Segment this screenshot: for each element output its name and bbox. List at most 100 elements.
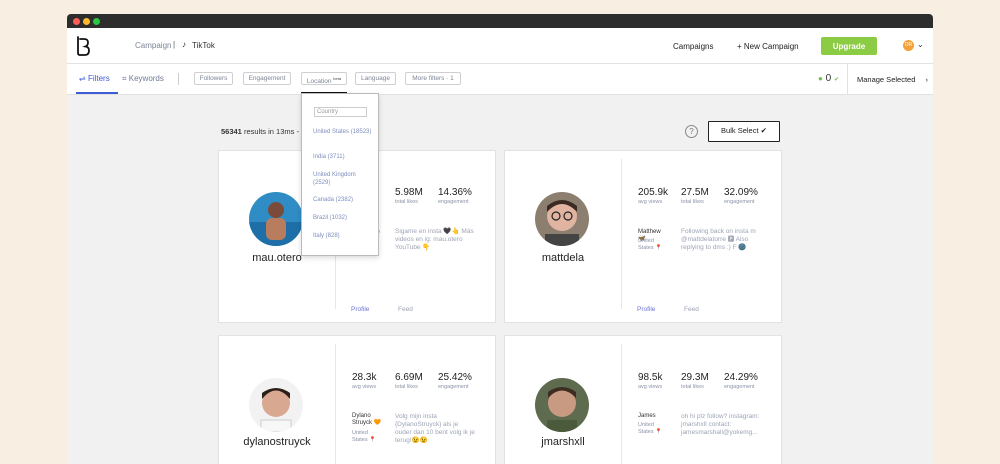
stat-value: 14.36% xyxy=(438,187,472,198)
beta-badge: beta xyxy=(333,76,342,81)
creator-bio: Volg mijn insta {DylanoStruyck} als je o… xyxy=(395,413,475,444)
stat-value: 29.3M xyxy=(681,372,709,383)
tab-filters-label: Filters xyxy=(87,74,110,83)
creator-bio: Sigame en insta 🖤👆 Más videos en ig: mau… xyxy=(395,228,474,251)
creator-card[interactable]: jmarshxll 98.5k avg views 29.3M total li… xyxy=(504,335,782,464)
stat-label: total likes xyxy=(395,384,418,390)
divider xyxy=(847,64,848,95)
followers-filter-chip[interactable]: Followers xyxy=(194,72,233,85)
more-filters-chip[interactable]: More filters · 1 xyxy=(405,72,461,85)
stat-value: 205.9k xyxy=(638,187,669,198)
stat-value: 32.09% xyxy=(724,187,758,198)
creator-name: James xyxy=(638,413,656,419)
stat-label: avg views xyxy=(638,199,663,205)
filter-bar: ⇌ Filters ⌗ Keywords Followers Engagemen… xyxy=(67,64,933,95)
results-text: results in 13ms - F xyxy=(241,127,306,136)
new-campaign-link[interactable]: + New Campaign xyxy=(737,42,799,51)
engagement-filter-chip[interactable]: Engagement xyxy=(243,72,291,85)
close-window-icon[interactable] xyxy=(73,18,80,25)
stat-label: total likes xyxy=(681,384,704,390)
user-avatar[interactable]: DR xyxy=(903,40,914,51)
stat-label: engagement xyxy=(438,199,469,205)
creator-bio: Following back on insta m @mattdelatorre… xyxy=(681,228,756,251)
stat-value: 28.3k xyxy=(352,372,377,383)
tab-keywords-label: Keywords xyxy=(128,74,164,83)
stat-value: 98.5k xyxy=(638,372,663,383)
feed-link[interactable]: Feed xyxy=(398,306,413,313)
active-tab-indicator xyxy=(76,92,118,94)
country-option[interactable]: Brazil (1032) xyxy=(313,214,373,222)
results-count: 56341 xyxy=(221,127,242,136)
selected-count-value: 0 xyxy=(825,73,832,84)
stat-value: 5.98M xyxy=(395,187,423,198)
language-filter-chip[interactable]: Language xyxy=(355,72,396,85)
stat-value: 6.69M xyxy=(395,372,423,383)
location-chip-label: Location xyxy=(306,78,332,86)
profile-link[interactable]: Profile xyxy=(351,306,369,313)
browser-window: Campaign | ♪ TikTok Campaigns + New Camp… xyxy=(67,14,933,464)
tiktok-icon: ♪ xyxy=(182,40,186,49)
country-option[interactable]: United Kingdom (2529) xyxy=(313,171,373,187)
person-icon: ● xyxy=(818,74,823,83)
creator-location: United States 📍 xyxy=(638,238,662,251)
nav-campaigns-link[interactable]: Campaigns xyxy=(673,42,713,51)
creator-card[interactable]: mattdela 205.9k avg views 27.5M total li… xyxy=(504,150,782,323)
stat-label: avg views xyxy=(352,384,377,390)
country-option[interactable]: United States (18523) xyxy=(313,128,373,136)
bulk-select-button[interactable]: Bulk Select ✔ xyxy=(708,121,780,142)
maximize-window-icon[interactable] xyxy=(93,18,100,25)
country-option[interactable]: Italy (828) xyxy=(313,232,373,240)
stat-value: 25.42% xyxy=(438,372,472,383)
manage-selected-button[interactable]: Manage Selected › xyxy=(857,75,928,84)
location-dropdown: Country United States (18523) India (371… xyxy=(301,93,379,256)
creator-bio: oh hi plz follow? instagram: jmarshxll c… xyxy=(681,413,760,436)
country-option[interactable]: Canada (2382) xyxy=(313,196,373,204)
upgrade-button[interactable]: Upgrade xyxy=(821,37,877,55)
stat-label: avg views xyxy=(638,384,663,390)
manage-selected-label: Manage Selected xyxy=(857,75,916,84)
stat-value: 24.29% xyxy=(724,372,758,383)
help-icon[interactable]: ? xyxy=(685,125,698,138)
avatar xyxy=(535,378,589,432)
creator-location: United States 📍 xyxy=(352,430,376,443)
avatar xyxy=(249,378,303,432)
creator-location: United States 📍 xyxy=(638,422,662,435)
brand-logo-icon[interactable] xyxy=(75,36,91,56)
card-divider xyxy=(621,344,622,464)
stat-label: total likes xyxy=(395,199,418,205)
creator-handle[interactable]: mattdela xyxy=(505,252,621,264)
avatar xyxy=(535,192,589,246)
country-search-input[interactable]: Country xyxy=(314,107,367,117)
country-option[interactable]: India (3711) xyxy=(313,153,373,161)
creator-name: Dylano Struyck 🧡 xyxy=(352,413,382,426)
chevron-down-icon[interactable]: ⌄ xyxy=(917,40,924,49)
tab-filters[interactable]: ⇌ Filters xyxy=(79,74,110,83)
minimize-window-icon[interactable] xyxy=(83,18,90,25)
creator-handle[interactable]: dylanostruyck xyxy=(219,436,335,448)
breadcrumb-separator: | xyxy=(173,40,176,49)
stat-label: total likes xyxy=(681,199,704,205)
creator-handle[interactable]: jmarshxll xyxy=(505,436,621,448)
selected-count: ● 0 ✔ xyxy=(818,73,839,84)
top-nav: Campaign | ♪ TikTok Campaigns + New Camp… xyxy=(67,28,933,64)
tag-icon: ⌗ xyxy=(122,74,127,83)
creator-card[interactable]: dylanostruyck 28.3k avg views 6.69M tota… xyxy=(218,335,496,464)
stat-label: engagement xyxy=(724,384,755,390)
stat-value: 27.5M xyxy=(681,187,709,198)
card-divider xyxy=(335,344,336,464)
stat-label: engagement xyxy=(724,199,755,205)
chevron-right-icon: › xyxy=(925,75,928,84)
profile-link[interactable]: Profile xyxy=(637,306,655,313)
results-summary: 56341 results in 13ms - F xyxy=(221,127,306,136)
tab-keywords[interactable]: ⌗ Keywords xyxy=(122,74,164,84)
window-titlebar xyxy=(67,14,933,28)
card-divider xyxy=(621,159,622,309)
divider xyxy=(178,73,179,85)
location-filter-chip[interactable]: Location beta xyxy=(301,72,347,85)
breadcrumb-campaign[interactable]: Campaign xyxy=(135,41,171,50)
breadcrumb-platform: TikTok xyxy=(192,41,215,50)
avatar xyxy=(249,192,303,246)
feed-link[interactable]: Feed xyxy=(684,306,699,313)
stat-label: engagement xyxy=(438,384,469,390)
check-icon: ✔ xyxy=(833,77,839,83)
